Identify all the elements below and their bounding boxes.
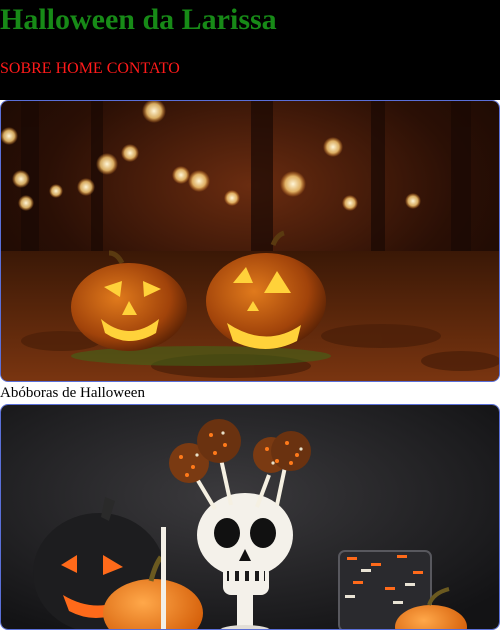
nav-link-home[interactable]: HOME <box>56 60 103 77</box>
site-header: Halloween da Larissa SOBRE HOME CONTATO <box>0 0 500 100</box>
image-caption: Abóboras de Halloween <box>0 385 145 401</box>
halloween-treats-image <box>0 404 500 630</box>
nav-link-sobre[interactable]: SOBRE <box>0 60 52 77</box>
pumpkins-image <box>0 100 500 382</box>
nav-link-contato[interactable]: CONTATO <box>107 60 180 77</box>
site-title: Halloween da Larissa <box>0 3 277 36</box>
main-nav: SOBRE HOME CONTATO <box>0 60 180 78</box>
